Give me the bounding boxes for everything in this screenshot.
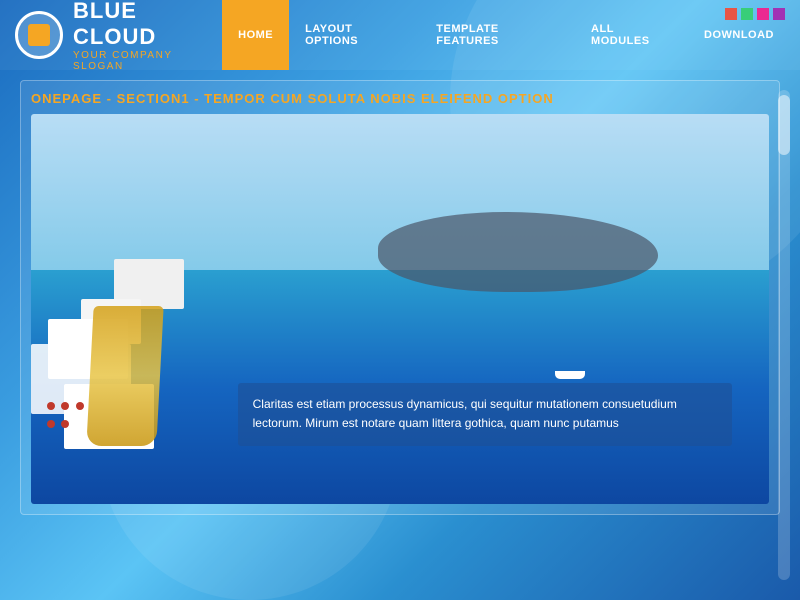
section-title: ONEPAGE - SECTION1 - TEMPOR CUM SOLUTA N… — [31, 91, 769, 106]
nav-layout-options[interactable]: LAYOUT OPTIONS — [289, 0, 420, 70]
hero-image: Claritas est etiam processus dynamicus, … — [31, 114, 769, 504]
logo-text: BLUE CLOUD YOUR COMPANY SLOGAN — [73, 0, 222, 72]
plant-dot-2 — [61, 402, 69, 410]
logo-area: BLUE CLOUD YOUR COMPANY SLOGAN — [15, 0, 222, 72]
hero-text-overlay: Claritas est etiam processus dynamicus, … — [238, 383, 732, 445]
plants — [46, 398, 85, 434]
plant-dot-3 — [76, 402, 84, 410]
nav-download[interactable]: DOWNLOAD — [688, 0, 790, 70]
logo-title: BLUE CLOUD — [73, 0, 222, 50]
hero-overlay-text: Claritas est etiam processus dynamicus, … — [253, 395, 717, 433]
boat — [555, 371, 585, 379]
curtain — [86, 306, 163, 446]
logo-icon — [15, 11, 63, 59]
plant-dot-5 — [61, 420, 69, 428]
logo-icon-inner — [28, 24, 50, 46]
logo-slogan: YOUR COMPANY SLOGAN — [73, 50, 222, 72]
scrollbar-thumb[interactable] — [778, 95, 790, 155]
main-content: ONEPAGE - SECTION1 - TEMPOR CUM SOLUTA N… — [20, 80, 780, 515]
nav-template-features[interactable]: TEMPLATE FEATURES — [420, 0, 575, 70]
main-nav: HOME LAYOUT OPTIONS TEMPLATE FEATURES AL… — [222, 0, 790, 70]
scrollbar-track[interactable] — [778, 90, 790, 580]
nav-all-modules[interactable]: ALL MODULES — [575, 0, 688, 70]
nav-home[interactable]: HOME — [222, 0, 289, 70]
plant-dot-1 — [47, 402, 55, 410]
plant-dot-4 — [47, 420, 55, 428]
header: BLUE CLOUD YOUR COMPANY SLOGAN HOME LAYO… — [0, 0, 800, 70]
